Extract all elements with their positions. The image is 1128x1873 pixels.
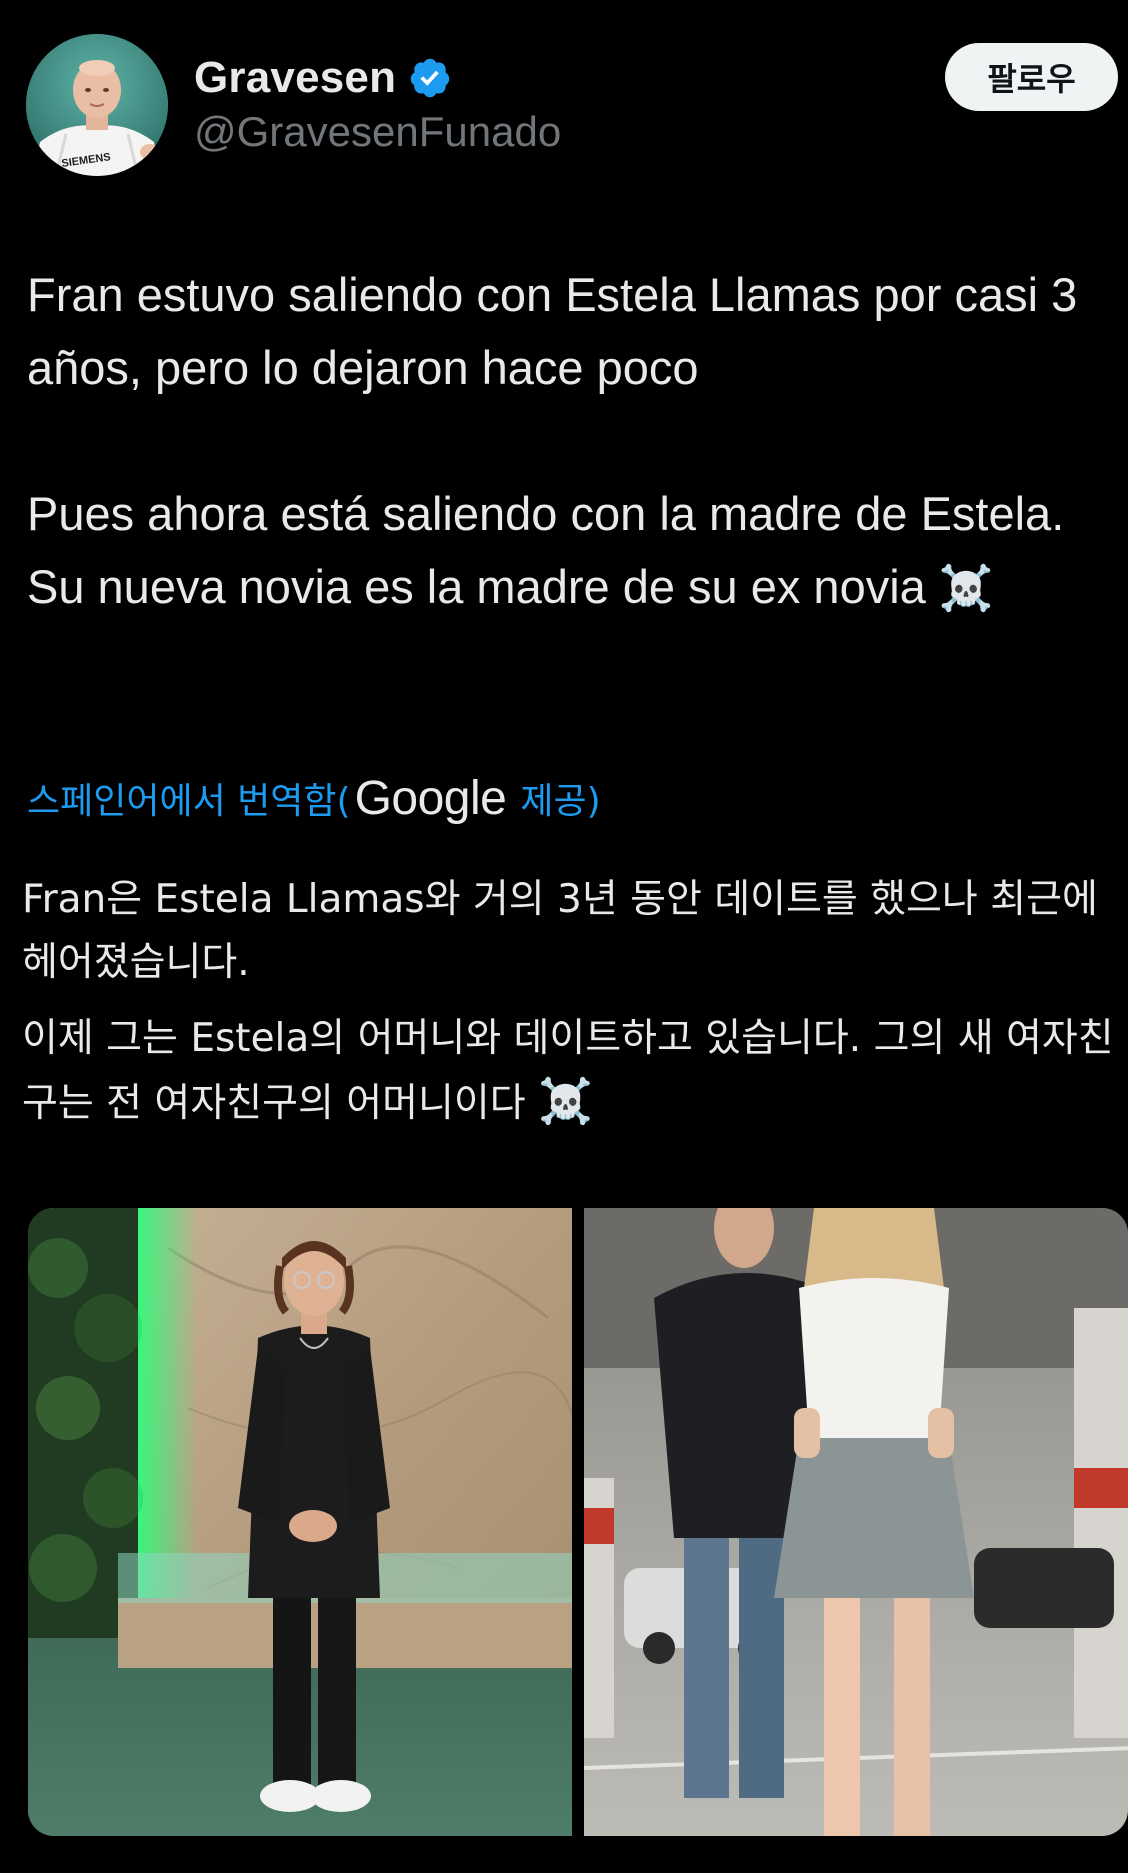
translated-paragraph: Fran은 Estela Llamas와 거의 3년 동안 데이트를 했으나 최… <box>22 877 1098 985</box>
translated-text: Fran은 Estela Llamas와 거의 3년 동안 데이트를 했으나 최… <box>22 868 1122 1135</box>
skull-crossbones-icon: ☠️ <box>538 1076 593 1127</box>
avatar[interactable]: SIEMENS <box>26 34 168 176</box>
tweet-paragraph-text: Pues ahora está saliendo con la madre de… <box>27 487 1065 613</box>
display-name[interactable]: Gravesen <box>194 53 396 103</box>
translation-attribution-link[interactable]: 스페인어에서 번역함( Google 제공) <box>27 768 601 828</box>
photo-parking-garage[interactable] <box>584 1208 1128 1836</box>
verified-badge-icon <box>410 58 450 98</box>
translation-label-suffix: 제공) <box>520 781 601 822</box>
google-logo: Google <box>354 771 507 825</box>
photo-man-standing-image <box>28 1208 572 1836</box>
author-handle[interactable]: @GravesenFunado <box>194 108 561 156</box>
tweet: SIEMENS Gravesen @GravesenFunado 팔로우 Fra… <box>0 0 1128 1873</box>
follow-button[interactable]: 팔로우 <box>945 43 1118 111</box>
translation-label-prefix: 스페인어에서 번역함( <box>27 781 351 822</box>
tweet-paragraph: Pues ahora está saliendo con la madre de… <box>27 477 1117 625</box>
tweet-paragraph: Fran estuvo saliendo con Estela Llamas p… <box>27 268 1078 394</box>
author-name-row[interactable]: Gravesen <box>194 50 452 106</box>
skull-crossbones-icon: ☠️ <box>938 564 994 613</box>
avatar-image: SIEMENS <box>26 34 168 176</box>
media-grid <box>28 1208 1128 1836</box>
photo-parking-garage-image <box>584 1208 1128 1836</box>
translated-paragraph: 이제 그는 Estela의 어머니와 데이트하고 있습니다. 그의 새 여자친구… <box>22 1007 1122 1135</box>
tweet-text: Fran estuvo saliendo con Estela Llamas p… <box>27 258 1117 625</box>
photo-man-standing[interactable] <box>28 1208 572 1836</box>
